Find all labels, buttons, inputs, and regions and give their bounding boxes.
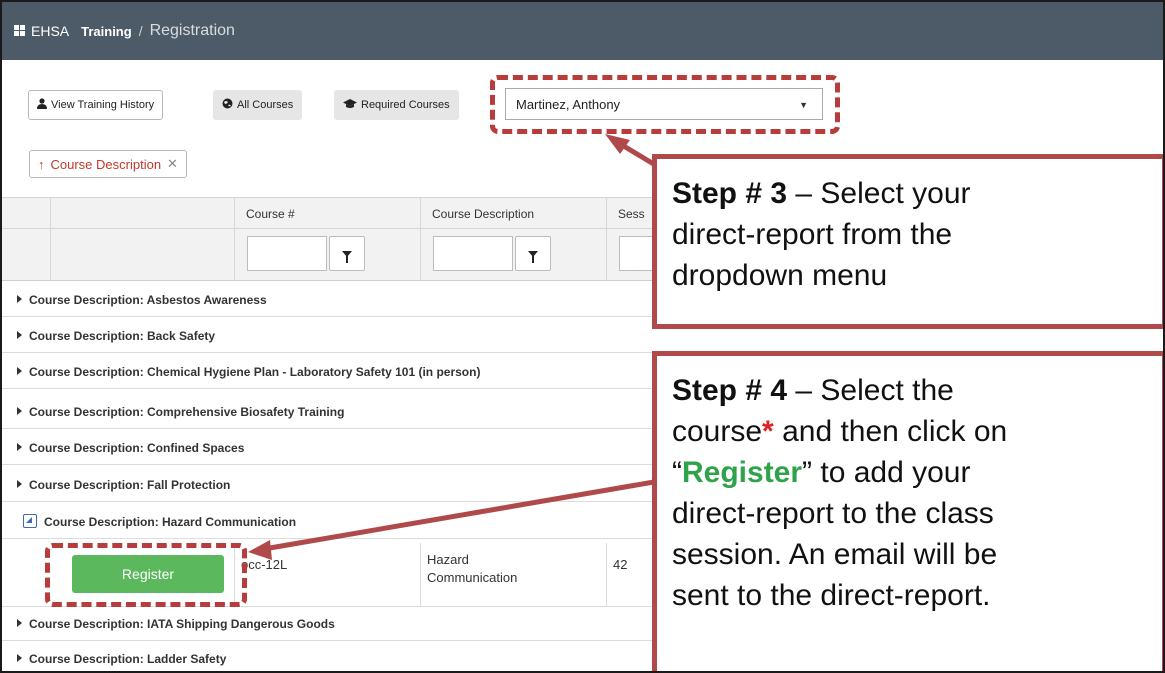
col-divider — [234, 197, 235, 281]
step-4-title: Step # 4 — [672, 374, 788, 407]
callout-text: course — [672, 415, 763, 448]
top-nav-bar: EHSA Training / Registration — [2, 2, 1163, 60]
group-row-label: Course Description: Back Safety — [29, 328, 216, 343]
breadcrumb-training[interactable]: Training — [81, 24, 132, 39]
apps-icon[interactable] — [14, 25, 26, 37]
view-training-history-button[interactable]: View Training History — [28, 90, 164, 120]
course-number-filter-input[interactable] — [247, 236, 327, 271]
expand-triangle-icon[interactable] — [17, 295, 22, 303]
callout-text: sent to the direct-report. — [672, 579, 991, 612]
col-divider — [50, 197, 51, 281]
group-row-label: Course Description: Asbestos Awareness — [29, 292, 267, 307]
callout-dash: – — [787, 177, 821, 210]
user-icon — [37, 98, 47, 112]
required-courses-button[interactable]: Required Courses — [334, 90, 459, 120]
callout-dash: – — [787, 374, 821, 407]
group-row-label: Course Description: Confined Spaces — [29, 440, 245, 455]
step-3-callout: Step # 3 – Select your direct-report fro… — [652, 154, 1163, 329]
collapse-icon[interactable] — [23, 514, 37, 528]
required-star: * — [762, 415, 774, 448]
breadcrumb-current: Registration — [149, 22, 235, 39]
course-description-cell: Hazard Communication — [420, 543, 606, 607]
expand-triangle-icon[interactable] — [17, 654, 22, 662]
expand-triangle-icon[interactable] — [17, 367, 22, 375]
column-header-course-description[interactable]: Course Description — [432, 207, 534, 221]
group-row-label: Course Description: IATA Shipping Danger… — [29, 616, 335, 631]
screenshot-frame: EHSA Training / Registration View Traini… — [0, 0, 1165, 673]
group-row-label: Course Description: Hazard Communication — [44, 514, 297, 529]
step-4-callout: Step # 4 – Select the course* and then c… — [652, 351, 1163, 671]
callout-text: direct-report to the class — [672, 497, 994, 530]
callout-text: dropdown menu — [672, 259, 888, 292]
arrow-icon — [605, 134, 630, 154]
highlight-dropdown-box — [490, 75, 840, 134]
callout-text: ” to add your — [802, 456, 971, 489]
course-description-line: Hazard — [427, 552, 469, 567]
expand-triangle-icon[interactable] — [17, 407, 22, 415]
callout-text: Select your — [820, 177, 971, 210]
register-word: Register — [682, 456, 803, 489]
callout-text: Select the — [820, 374, 954, 407]
col-divider — [420, 197, 421, 281]
filter-icon — [528, 250, 538, 263]
filter-icon — [342, 250, 352, 263]
breadcrumb-separator: / — [138, 23, 143, 39]
all-courses-label: All Courses — [237, 99, 294, 111]
group-by-chip-label: Course Description — [50, 156, 162, 172]
group-row-label: Course Description: Fall Protection — [29, 477, 231, 492]
course-number-cell: occ-12L — [234, 543, 420, 607]
brand-name[interactable]: EHSA — [31, 23, 69, 39]
callout-text: direct-report from the — [672, 218, 953, 251]
step-3-title: Step # 3 — [672, 177, 788, 210]
course-number-filter-button[interactable] — [329, 236, 365, 271]
column-header-course-number[interactable]: Course # — [246, 207, 295, 221]
callout-text: and then click on — [773, 415, 1008, 448]
close-icon[interactable]: ✕ — [167, 156, 178, 172]
globe-icon — [222, 98, 233, 112]
graduation-cap-icon — [343, 98, 357, 112]
expand-triangle-icon[interactable] — [17, 619, 22, 627]
view-training-history-label: View Training History — [51, 99, 155, 111]
expand-triangle-icon[interactable] — [17, 480, 22, 488]
group-row-label: Course Description: Ladder Safety — [29, 651, 227, 666]
col-divider — [606, 197, 607, 281]
group-row-label: Course Description: Comprehensive Biosaf… — [29, 404, 345, 419]
all-courses-button[interactable]: All Courses — [213, 90, 303, 120]
required-courses-label: Required Courses — [361, 99, 450, 111]
group-by-chip[interactable]: ↑ Course Description ✕ — [29, 150, 187, 178]
callout-text: session. An email will be — [672, 538, 998, 571]
highlight-register-box — [45, 543, 247, 607]
course-description-filter-input[interactable] — [433, 236, 513, 271]
course-description-line: Communication — [427, 570, 518, 585]
sort-up-icon: ↑ — [38, 156, 45, 172]
column-header-session[interactable]: Sess — [618, 207, 645, 221]
course-description-filter-button[interactable] — [515, 236, 551, 271]
group-row-label: Course Description: Chemical Hygiene Pla… — [29, 364, 481, 379]
callout-text: “ — [672, 456, 682, 489]
expand-triangle-icon[interactable] — [17, 443, 22, 451]
expand-triangle-icon[interactable] — [17, 331, 22, 339]
